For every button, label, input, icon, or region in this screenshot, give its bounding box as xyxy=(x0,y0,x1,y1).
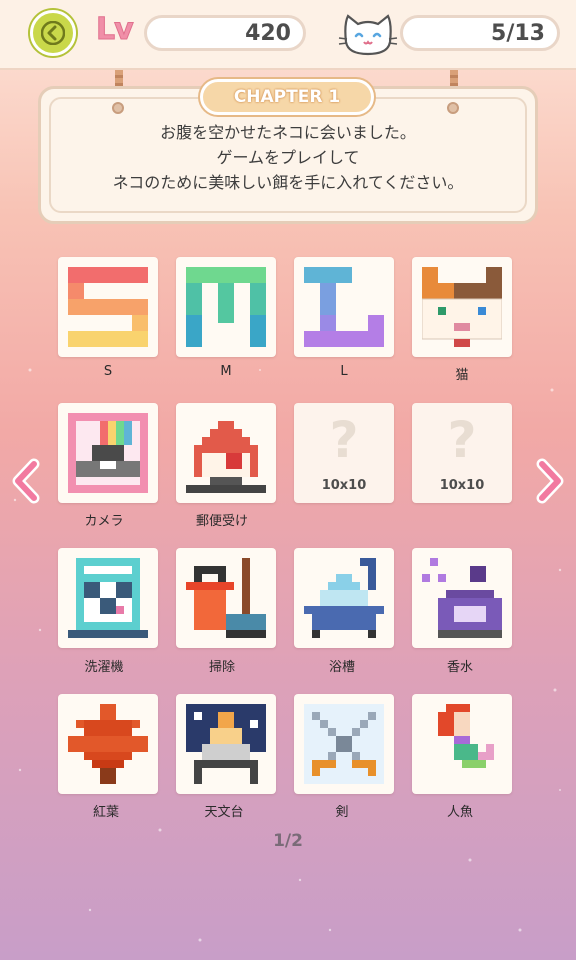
puzzle-label: 掃除 xyxy=(208,660,235,675)
washing-machine-icon xyxy=(68,558,148,638)
mermaid-icon xyxy=(438,704,494,768)
puzzle-tile-l[interactable] xyxy=(294,257,394,357)
prev-page-arrow[interactable] xyxy=(10,458,44,504)
puzzle-label: 洗濯機 xyxy=(84,660,124,675)
puzzle-size: 10x10 xyxy=(439,478,485,493)
chapter-title: CHAPTER 1 xyxy=(200,79,374,115)
perfume-icon xyxy=(422,558,502,638)
puzzle-tile-s[interactable] xyxy=(58,257,158,357)
puzzle-label: 剣 xyxy=(335,805,349,820)
question-icon: ? xyxy=(329,411,359,469)
mailbox-icon xyxy=(186,421,266,493)
board-nail-right xyxy=(447,102,459,114)
puzzle-tile-perfume[interactable] xyxy=(412,548,512,648)
chevron-left-icon xyxy=(41,21,65,45)
back-button[interactable] xyxy=(30,10,76,56)
maple-leaf-icon xyxy=(68,704,148,784)
letter-m-icon xyxy=(186,267,266,347)
puzzle-tile-swords[interactable] xyxy=(294,694,394,794)
story-text: お腹を空かせたネコに会いました。 ゲームをプレイして ネコのために美味しい餌を手… xyxy=(40,120,536,195)
question-icon: ? xyxy=(447,411,477,469)
puzzle-label: 郵便受け xyxy=(195,514,248,529)
level-label: Lv xyxy=(96,12,135,48)
story-line: お腹を空かせたネコに会いました。 xyxy=(160,123,416,142)
puzzle-label: L xyxy=(340,364,348,379)
cat-icon xyxy=(422,267,502,347)
puzzle-tile-bathtub[interactable] xyxy=(294,548,394,648)
puzzle-tile-observatory[interactable] xyxy=(176,694,276,794)
next-page-arrow[interactable] xyxy=(532,458,566,504)
top-bar: Lv 420 5/13 xyxy=(0,0,576,70)
puzzle-label: 浴槽 xyxy=(328,660,355,675)
puzzle-tile-mailbox[interactable] xyxy=(176,403,276,503)
cat-face-icon xyxy=(338,14,398,56)
puzzle-tile-camera[interactable] xyxy=(58,403,158,503)
letter-s-icon xyxy=(68,267,148,347)
camera-icon xyxy=(68,413,148,493)
cleaning-icon xyxy=(186,558,266,638)
level-value: 420 xyxy=(144,15,306,51)
puzzle-label: 猫 xyxy=(455,368,469,383)
swords-icon xyxy=(304,704,384,784)
puzzle-label: S xyxy=(103,364,113,379)
letter-l-icon xyxy=(304,267,384,347)
cats-collected-value: 5/13 xyxy=(400,15,560,51)
puzzle-label: 人魚 xyxy=(446,805,473,820)
story-line: ゲームをプレイして xyxy=(216,148,360,167)
puzzle-label: 紅葉 xyxy=(92,805,119,820)
story-line: ネコのために美味しい餌を手に入れてください。 xyxy=(112,173,464,192)
puzzle-tile-cleaning[interactable] xyxy=(176,548,276,648)
puzzle-tile-washing-machine[interactable] xyxy=(58,548,158,648)
puzzle-label: M xyxy=(220,364,232,379)
bathtub-icon xyxy=(304,558,384,638)
puzzle-tile-maple-leaf[interactable] xyxy=(58,694,158,794)
puzzle-tile-cat[interactable] xyxy=(412,257,512,357)
page-indicator: 1/2 xyxy=(273,831,303,851)
board-nail-left xyxy=(112,102,124,114)
puzzle-tile-mermaid[interactable] xyxy=(412,694,512,794)
puzzle-tile-m[interactable] xyxy=(176,257,276,357)
puzzle-size: 10x10 xyxy=(321,478,367,493)
puzzle-tile-locked[interactable]: ? 10x10 xyxy=(294,403,394,503)
puzzle-tile-locked[interactable]: ? 10x10 xyxy=(412,403,512,503)
puzzle-label: 天文台 xyxy=(204,805,244,820)
puzzle-label: カメラ xyxy=(84,514,124,529)
puzzle-label: 香水 xyxy=(446,660,473,675)
observatory-icon xyxy=(186,704,266,784)
